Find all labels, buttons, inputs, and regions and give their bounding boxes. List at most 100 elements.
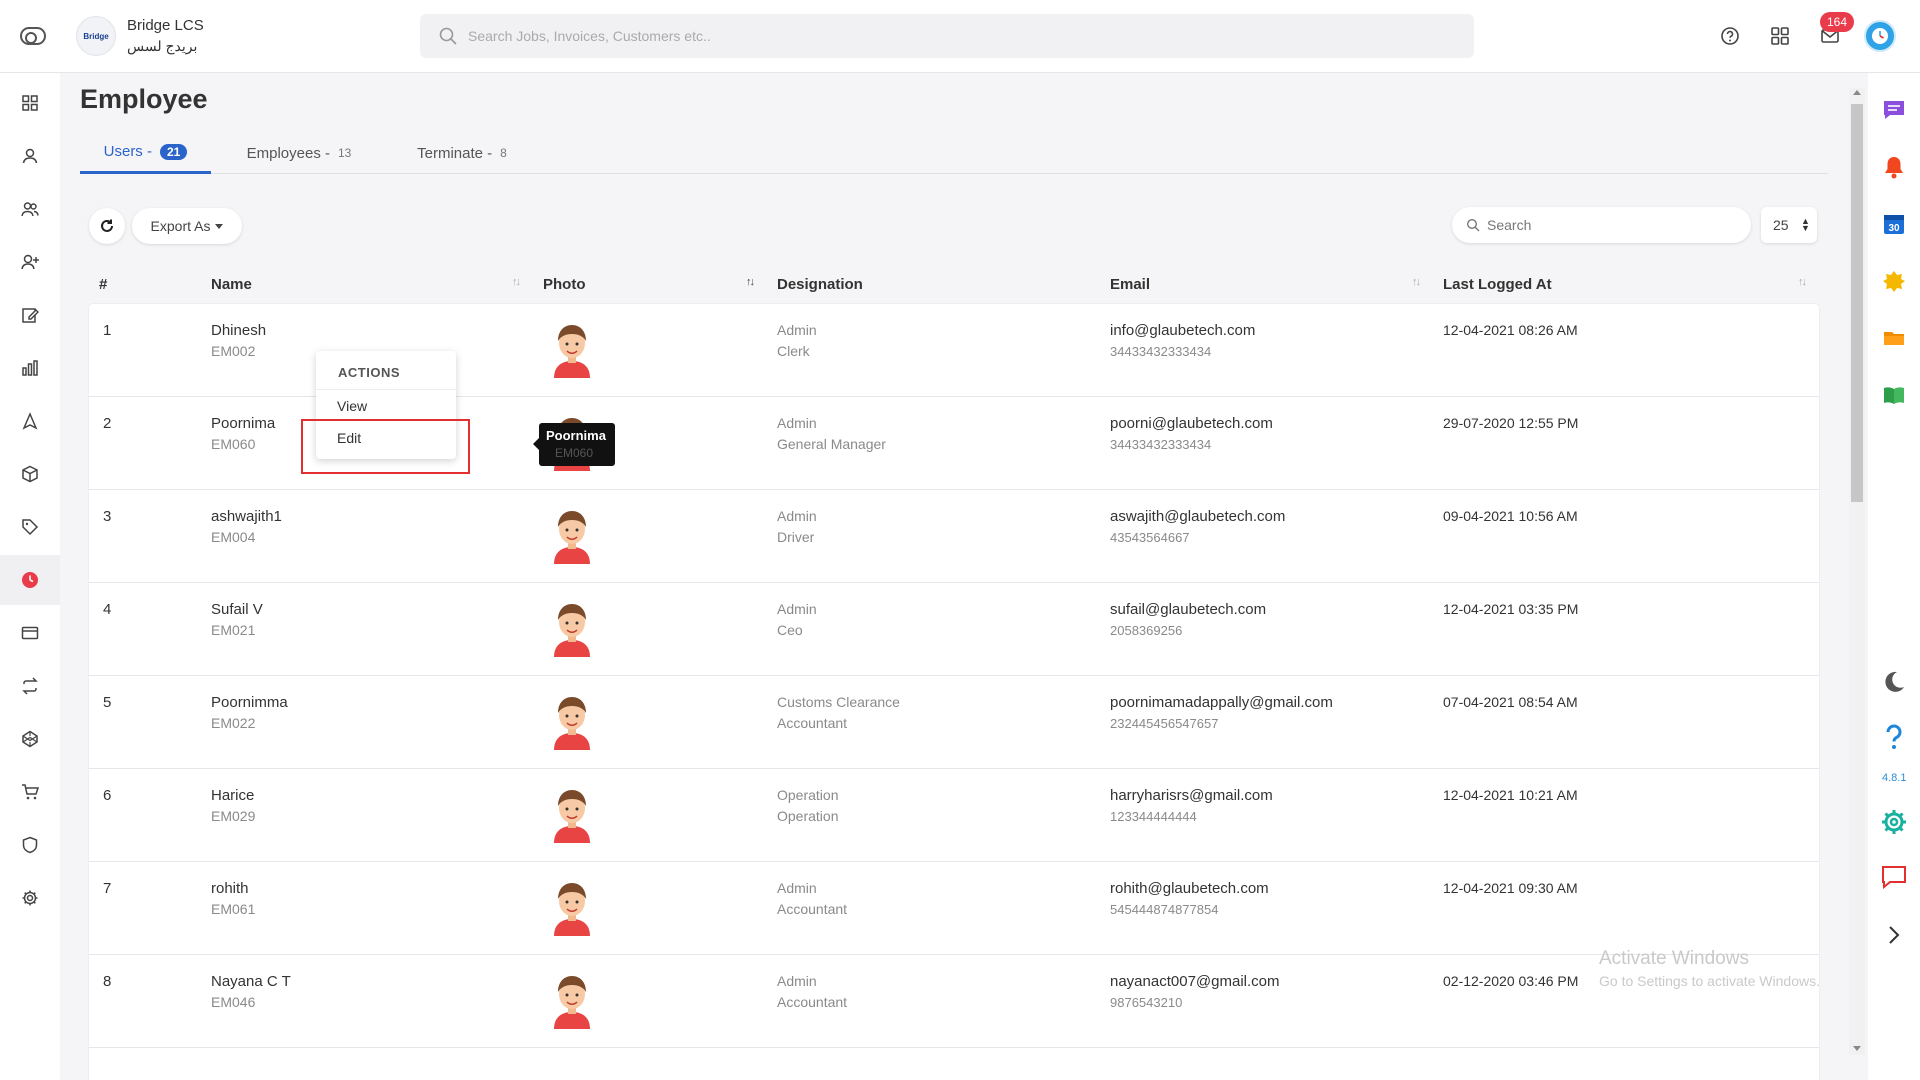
global-search-input[interactable]	[468, 14, 1448, 58]
rail-chat[interactable]	[1880, 96, 1908, 124]
question-icon	[1886, 724, 1902, 749]
designation-department: Admin	[777, 880, 817, 896]
sidebar-item-security[interactable]	[0, 820, 60, 870]
last-logged-at: 12-04-2021 03:35 PM	[1443, 601, 1579, 617]
rail-feedback[interactable]	[1880, 863, 1908, 891]
column-header-name[interactable]: Name	[211, 276, 252, 293]
rail-dark-mode[interactable]	[1880, 668, 1908, 696]
column-header-designation[interactable]: Designation	[777, 276, 863, 293]
employee-name[interactable]: Sufail V	[211, 601, 263, 618]
sidebar-item-edit[interactable]	[0, 290, 60, 340]
page-size-select[interactable]: 25 ▲ ▼	[1761, 207, 1817, 243]
employee-avatar[interactable]	[551, 601, 593, 657]
table-row[interactable]: 6 Harice EM029 Operation Operation harry…	[89, 769, 1819, 862]
employee-name[interactable]: Poornima	[211, 415, 275, 432]
employee-avatar[interactable]	[551, 508, 593, 564]
sidebar-item-navigation[interactable]	[0, 396, 60, 446]
view-menu-item[interactable]: View	[337, 398, 367, 414]
rail-calendar[interactable]: 30	[1880, 210, 1908, 238]
column-header-email[interactable]: Email	[1110, 276, 1150, 293]
employee-name[interactable]: Harice	[211, 787, 254, 804]
employee-name[interactable]: rohith	[211, 880, 249, 897]
sidebar-item-payments[interactable]	[0, 608, 60, 658]
sidebar-item-user[interactable]	[0, 131, 60, 181]
rail-notifications[interactable]	[1880, 153, 1908, 181]
column-header-last-logged[interactable]: Last Logged At	[1443, 276, 1552, 293]
designation-department: Admin	[777, 415, 817, 431]
export-as-button[interactable]: Export As	[132, 208, 242, 244]
sidebar-item-cart[interactable]	[0, 767, 60, 817]
table-search[interactable]	[1452, 207, 1751, 243]
table-row[interactable]: 3 ashwajith1 EM004 Admin Driver aswajith…	[89, 490, 1819, 583]
user-avatar[interactable]	[1864, 20, 1896, 52]
sidebar-item-inventory[interactable]	[0, 449, 60, 499]
table-row[interactable]: 7 rohith EM061 Admin Accountant rohith@g…	[89, 862, 1819, 955]
sort-icon[interactable]: ↑↓	[1798, 276, 1807, 288]
user-plus-icon	[21, 254, 39, 270]
right-rail: 30	[1868, 73, 1920, 1080]
sidebar-item-users[interactable]	[0, 184, 60, 234]
sort-icon[interactable]: ↑↓	[512, 276, 521, 288]
rail-reminders[interactable]	[1880, 267, 1908, 295]
rail-knowledge[interactable]	[1880, 381, 1908, 409]
rail-files[interactable]	[1880, 324, 1908, 352]
help-icon[interactable]	[1720, 26, 1740, 46]
tab-terminate[interactable]: Terminate - 8	[392, 132, 532, 174]
employee-name[interactable]: ashwajith1	[211, 508, 282, 525]
moon-icon	[1885, 671, 1904, 692]
scroll-up-icon[interactable]	[1853, 90, 1861, 95]
company-logo[interactable]: Bridge	[76, 16, 116, 56]
tab-employees[interactable]: Employees - 13	[224, 132, 374, 174]
employee-avatar[interactable]	[551, 694, 593, 750]
employee-name[interactable]: Poornimma	[211, 694, 288, 711]
rail-expand[interactable]	[1880, 921, 1908, 949]
bar-chart-icon	[22, 360, 38, 376]
employee-avatar[interactable]	[551, 973, 593, 1029]
actions-menu-title: ACTIONS	[338, 365, 400, 380]
gear-icon	[22, 890, 38, 906]
employee-name[interactable]: Dhinesh	[211, 322, 266, 339]
tab-users-count: 21	[159, 143, 188, 160]
employee-code: EM060	[211, 436, 256, 452]
rail-settings[interactable]	[1880, 808, 1908, 836]
employee-name[interactable]: Nayana C T	[211, 973, 291, 990]
sidebar-item-reports[interactable]	[0, 343, 60, 393]
refresh-icon	[101, 219, 113, 232]
company-name-arabic: بريدج لسس	[127, 38, 198, 54]
sidebar-item-time[interactable]	[0, 555, 60, 605]
sort-icon[interactable]: ↑↓	[1412, 276, 1421, 288]
sidebar-item-settings[interactable]	[0, 873, 60, 923]
rail-help[interactable]	[1880, 723, 1908, 751]
export-as-label: Export As	[150, 218, 211, 234]
apps-grid-icon[interactable]	[1770, 26, 1790, 46]
employee-avatar[interactable]	[551, 880, 593, 936]
employee-phone: 34433432333434	[1110, 344, 1212, 359]
employee-avatar[interactable]	[551, 322, 593, 378]
sidebar-item-dashboard[interactable]	[0, 78, 60, 128]
employee-avatar[interactable]	[551, 787, 593, 843]
sidebar-item-transfers[interactable]	[0, 661, 60, 711]
activate-windows-title: Activate Windows	[1599, 948, 1749, 969]
scrollbar-thumb[interactable]	[1851, 104, 1863, 502]
table-row[interactable]: 4 Sufail V EM021 Admin Ceo sufail@glaube…	[89, 583, 1819, 676]
bell-icon	[1885, 157, 1903, 179]
sidebar-item-tags[interactable]	[0, 502, 60, 552]
shopping-cart-icon	[22, 784, 39, 800]
table-row[interactable]: 8 Nayana C T EM046 Admin Accountant naya…	[89, 955, 1819, 1048]
tab-users[interactable]: Users - 21	[80, 132, 211, 174]
designation-role: Ceo	[777, 622, 803, 638]
select-arrows-icon: ▲ ▼	[1801, 216, 1810, 233]
top-bar: Bridge Bridge LCS بريدج لسس 164	[0, 0, 1920, 73]
sidebar-item-modules[interactable]	[0, 714, 60, 764]
table-search-input[interactable]	[1487, 207, 1737, 243]
page-scrollbar[interactable]	[1849, 88, 1865, 1055]
column-header-photo[interactable]: Photo	[543, 276, 586, 293]
sidebar-toggle-icon[interactable]	[20, 27, 46, 45]
refresh-button[interactable]	[89, 208, 125, 244]
folder-icon	[1884, 332, 1904, 345]
global-search[interactable]	[420, 14, 1474, 58]
scroll-down-icon[interactable]	[1853, 1046, 1861, 1051]
sort-icon[interactable]: ↑↓	[746, 276, 755, 288]
table-row[interactable]: 5 Poornimma EM022 Customs Clearance Acco…	[89, 676, 1819, 769]
sidebar-item-add-user[interactable]	[0, 237, 60, 287]
